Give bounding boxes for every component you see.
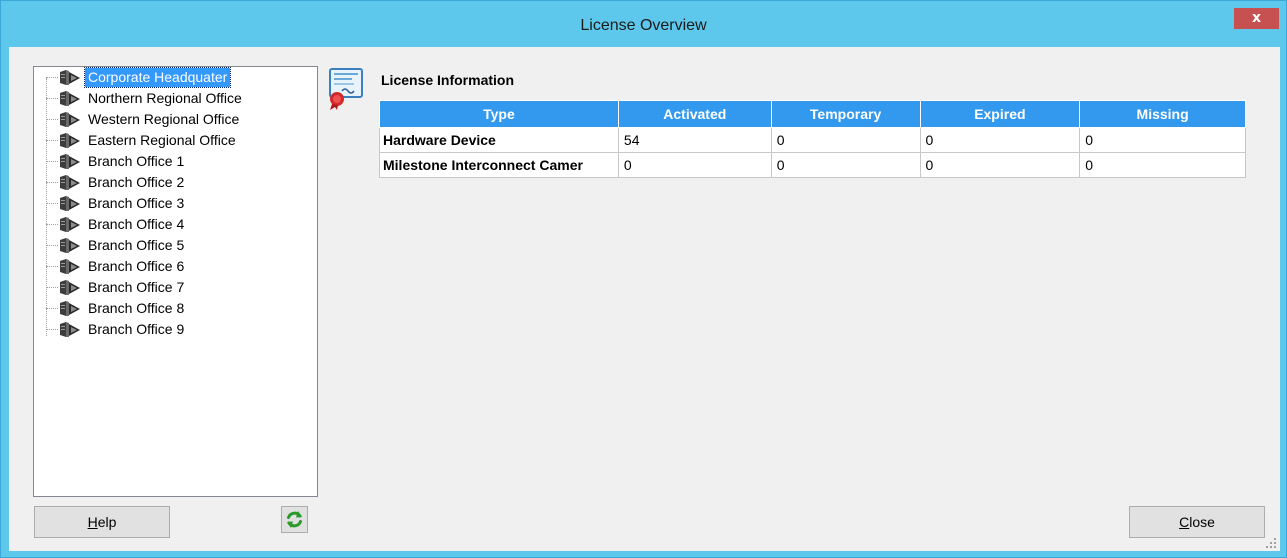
tree-item-label: Branch Office 9 xyxy=(88,321,185,337)
close-label: lose xyxy=(1189,514,1215,530)
cell-activated: 54 xyxy=(617,127,772,153)
col-expired[interactable]: Expired xyxy=(919,100,1081,128)
license-table-header: Type Activated Temporary Expired Missing xyxy=(379,100,1246,128)
tree-item-label: Branch Office 3 xyxy=(88,195,185,211)
tree-item[interactable]: Branch Office 7 xyxy=(46,277,316,298)
tree-item-label: Branch Office 8 xyxy=(88,300,185,316)
server-icon xyxy=(58,216,82,233)
table-row[interactable]: Hardware Device 54 0 0 0 xyxy=(379,127,1246,153)
cell-missing: 0 xyxy=(1079,152,1246,178)
tree-item[interactable]: Branch Office 2 xyxy=(46,172,316,193)
tree-connector xyxy=(46,287,58,288)
tree-item[interactable]: Eastern Regional Office xyxy=(46,130,316,151)
tree-item[interactable]: Branch Office 3 xyxy=(46,193,316,214)
cell-expired: 0 xyxy=(919,127,1081,153)
window-title: License Overview xyxy=(580,17,707,34)
row-type: Hardware Device xyxy=(379,127,619,153)
help-mnemonic: H xyxy=(87,514,98,530)
cell-expired: 0 xyxy=(919,152,1081,178)
tree-item[interactable]: Corporate Headquater xyxy=(46,67,316,88)
resize-grip-icon[interactable] xyxy=(1265,536,1277,548)
tree-connector xyxy=(46,161,58,162)
tree-connector xyxy=(46,119,58,120)
refresh-icon xyxy=(285,510,304,532)
tree-item[interactable]: Branch Office 8 xyxy=(46,298,316,319)
server-icon xyxy=(58,321,82,338)
refresh-button[interactable] xyxy=(281,506,308,533)
license-table: Type Activated Temporary Expired Missing… xyxy=(379,100,1246,178)
help-button[interactable]: Help xyxy=(34,506,170,538)
tree-item[interactable]: Branch Office 5 xyxy=(46,235,316,256)
tree-item-label: Western Regional Office xyxy=(88,111,240,127)
dialog-client-area: Corporate Headquater Northern Regional Of… xyxy=(9,47,1280,551)
tree-item[interactable]: Branch Office 1 xyxy=(46,151,316,172)
cell-temporary: 0 xyxy=(770,152,921,178)
close-button[interactable]: Close xyxy=(1129,506,1265,538)
tree-item[interactable]: Western Regional Office xyxy=(46,109,316,130)
tree-item-label: Branch Office 2 xyxy=(88,174,185,190)
tree-item-label: Branch Office 5 xyxy=(88,237,185,253)
help-label: elp xyxy=(97,514,117,530)
tree-item[interactable]: Branch Office 6 xyxy=(46,256,316,277)
server-icon xyxy=(58,153,82,170)
cell-missing: 0 xyxy=(1079,127,1246,153)
server-icon xyxy=(58,195,82,212)
tree-connector xyxy=(46,182,58,183)
tree-connector xyxy=(46,329,58,330)
server-icon xyxy=(58,300,82,317)
tree-connector xyxy=(46,77,58,78)
tree-item-label: Corporate Headquater xyxy=(83,67,232,88)
server-icon xyxy=(58,258,82,275)
tree-connector xyxy=(46,224,58,225)
col-type[interactable]: Type xyxy=(379,100,619,128)
col-temporary[interactable]: Temporary xyxy=(770,100,921,128)
server-icon xyxy=(58,111,82,128)
server-icon xyxy=(58,90,82,107)
tree-item-label: Branch Office 4 xyxy=(88,216,185,232)
tree-item-label: Branch Office 1 xyxy=(88,153,185,169)
col-activated[interactable]: Activated xyxy=(617,100,772,128)
server-icon xyxy=(58,132,82,149)
tree-connector xyxy=(46,308,58,309)
certificate-icon xyxy=(328,68,372,110)
license-overview-window: License Overview x Corporate Headquater N… xyxy=(0,0,1287,558)
server-icon xyxy=(58,279,82,296)
tree-item-label: Branch Office 6 xyxy=(88,258,185,274)
cell-temporary: 0 xyxy=(770,127,921,153)
tree-item-label: Eastern Regional Office xyxy=(88,132,236,148)
window-close-button[interactable]: x xyxy=(1234,8,1279,29)
tree-item-label: Northern Regional Office xyxy=(88,90,242,106)
cell-activated: 0 xyxy=(617,152,772,178)
tree-connector xyxy=(46,140,58,141)
tree-item[interactable]: Branch Office 4 xyxy=(46,214,316,235)
site-tree[interactable]: Corporate Headquater Northern Regional Of… xyxy=(33,66,318,497)
row-type: Milestone Interconnect Camer xyxy=(379,152,619,178)
tree-connector xyxy=(46,266,58,267)
tree-item-label: Branch Office 7 xyxy=(88,279,185,295)
close-mnemonic: C xyxy=(1179,514,1190,530)
license-info-title: License Information xyxy=(381,72,515,88)
tree-connector xyxy=(46,245,58,246)
table-row[interactable]: Milestone Interconnect Camer 0 0 0 0 xyxy=(379,152,1246,178)
tree-connector xyxy=(46,98,58,99)
tree-item[interactable]: Branch Office 9 xyxy=(46,319,316,340)
title-bar[interactable]: License Overview x xyxy=(1,1,1286,47)
tree-connector xyxy=(46,203,58,204)
server-icon xyxy=(58,69,82,86)
server-icon xyxy=(58,174,82,191)
server-icon xyxy=(58,237,82,254)
col-missing[interactable]: Missing xyxy=(1079,100,1246,128)
tree-item[interactable]: Northern Regional Office xyxy=(46,88,316,109)
